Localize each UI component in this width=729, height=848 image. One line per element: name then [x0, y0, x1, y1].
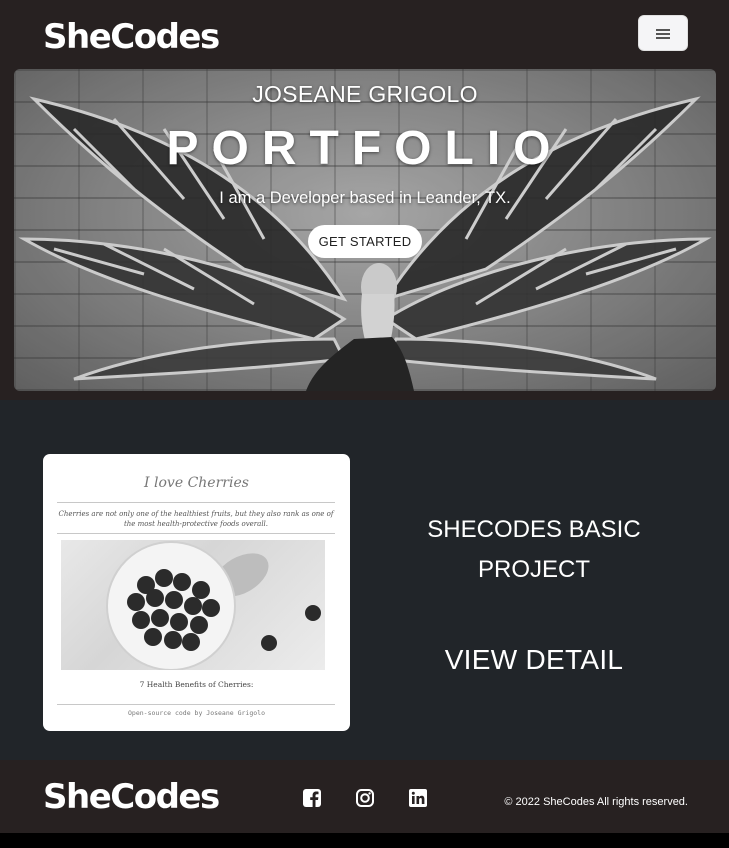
cherries-photo	[61, 540, 325, 670]
project-preview-card[interactable]: I love Cherries Cherries are not only on…	[43, 454, 350, 731]
preview-description: Cherries are not only one of the healthi…	[58, 510, 334, 528]
hamburger-icon	[656, 28, 670, 39]
hero-section: JOSEANE GRIGOLO PORTFOLIO I am a Develop…	[0, 69, 729, 400]
cherries-bowl-image	[106, 541, 321, 670]
project-section: I love Cherries Cherries are not only on…	[0, 400, 729, 760]
preview-divider	[57, 533, 335, 534]
preview-title: I love Cherries	[144, 475, 249, 491]
preview-footer: Open-source code by Joseane Grigolo	[128, 709, 265, 717]
preview-divider	[57, 502, 335, 503]
hero-subtitle: I am a Developer based in Leander, TX.	[219, 189, 511, 207]
footer-brand-logo[interactable]: SheCodes	[43, 775, 220, 819]
view-detail-link[interactable]: VIEW DETAIL	[400, 644, 668, 676]
get-started-button[interactable]: GET STARTED	[308, 225, 422, 258]
linkedin-icon[interactable]	[408, 788, 428, 808]
project-title: SHECODES BASIC PROJECT	[427, 516, 641, 583]
copyright-text: © 2022 SheCodes All rights reserved.	[504, 796, 688, 808]
instagram-icon[interactable]	[355, 788, 375, 808]
hero-title: PORTFOLIO	[166, 122, 564, 175]
facebook-icon[interactable]	[302, 788, 322, 808]
footer: SheCodes © 2022 SheCodes All rights rese…	[0, 760, 729, 833]
navbar-brand-logo[interactable]: SheCodes	[43, 15, 220, 59]
navbar: SheCodes	[0, 0, 729, 69]
hero-banner: JOSEANE GRIGOLO PORTFOLIO I am a Develop…	[14, 69, 716, 391]
hero-name: JOSEANE GRIGOLO	[252, 81, 478, 107]
menu-toggle-button[interactable]	[638, 15, 688, 51]
preview-divider	[57, 704, 335, 705]
preview-caption: 7 Health Benefits of Cherries:	[139, 680, 254, 689]
